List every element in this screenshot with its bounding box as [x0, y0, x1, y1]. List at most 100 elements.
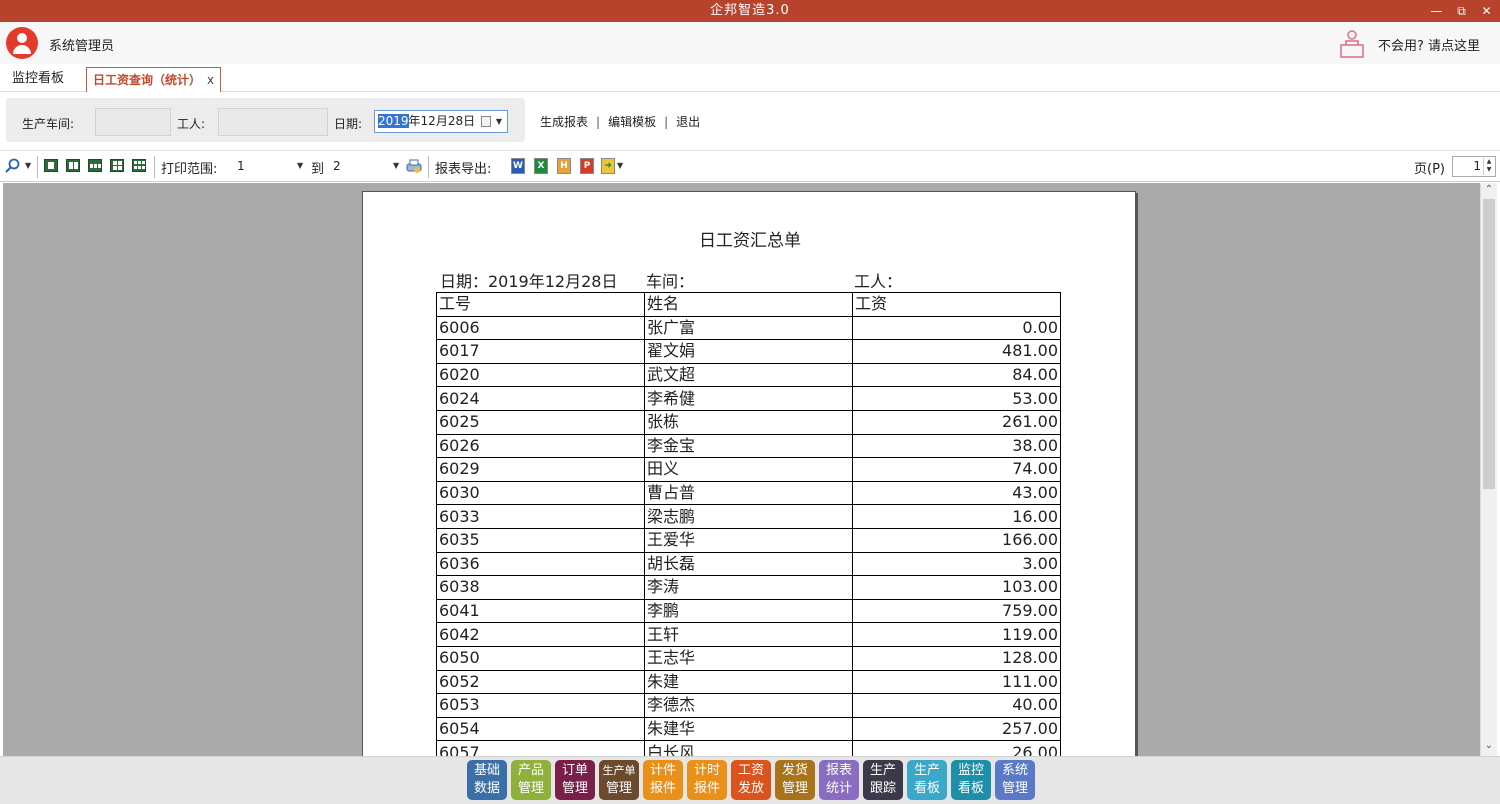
workshop-input[interactable] — [95, 108, 171, 136]
edit-template-button[interactable]: 编辑模板 — [608, 115, 656, 129]
cell-wage: 759.00 — [852, 598, 1061, 624]
zoom-icon[interactable] — [5, 158, 21, 174]
chevron-down-icon[interactable]: ▼ — [496, 111, 502, 132]
export-pdf-icon[interactable]: P — [580, 158, 594, 174]
two-page-icon[interactable] — [66, 159, 80, 172]
scroll-thumb[interactable] — [1483, 199, 1495, 489]
cell-wage: 40.00 — [852, 693, 1061, 718]
help-link[interactable]: 不会用? 请点这里 — [1378, 35, 1480, 54]
page-label: 页(P) — [1414, 162, 1445, 177]
tab-bar: 监控看板 日工资查询（统计） x — [0, 64, 1500, 92]
table-row: 6057 白长风 26.00 — [436, 740, 1061, 756]
tab-monitor-board[interactable]: 监控看板 — [6, 67, 70, 92]
table-row: 6025 张栋 261.00 — [436, 409, 1061, 435]
date-picker[interactable]: 2019年12月28日 ▼ — [374, 110, 508, 133]
cell-id: 6050 — [436, 645, 645, 671]
cell-name: 田义 — [644, 457, 853, 482]
print-icon[interactable] — [405, 158, 423, 174]
vertical-scrollbar[interactable]: ⌃ ⌄ — [1480, 183, 1497, 756]
dock-button[interactable]: 基础 数据 — [467, 760, 507, 800]
scroll-down-icon[interactable]: ⌄ — [1481, 740, 1497, 754]
range-to-dropdown-icon[interactable]: ▼ — [393, 161, 399, 170]
dock-button[interactable]: 产品 管理 — [511, 760, 551, 800]
export-dropdown-icon[interactable]: ▼ — [617, 161, 623, 170]
export-excel-icon[interactable]: X — [534, 158, 548, 174]
export-label: 报表导出: — [435, 162, 492, 177]
cell-name: 朱建 — [644, 669, 853, 695]
date-year-selected: 2019 — [378, 114, 409, 128]
dock-label-bottom: 管理 — [1001, 781, 1028, 796]
user-avatar-icon[interactable] — [6, 27, 38, 59]
dock-button[interactable]: 生产 看板 — [907, 760, 947, 800]
grid-page-icon[interactable] — [132, 159, 146, 172]
cell-wage: 261.00 — [852, 409, 1061, 435]
module-dock: 基础 数据 产品 管理 订单 管理 生产单 管理 计件 报件 计时 报件 工资 发放 发货 管理 报表 统计 生产跟… — [0, 756, 1500, 804]
cell-id: 6024 — [436, 386, 645, 411]
dock-label-bottom: 数据 — [473, 781, 500, 796]
cell-name: 张广富 — [644, 315, 853, 341]
single-page-icon[interactable] — [44, 159, 58, 172]
minimize-button[interactable]: — — [1425, 0, 1449, 22]
workshop-label: 生产车间: — [22, 117, 75, 131]
calendar-icon[interactable] — [481, 116, 491, 127]
tab-daily-wage-query[interactable]: 日工资查询（统计） x — [86, 67, 222, 92]
dock-button[interactable]: 生产单 管理 — [599, 760, 639, 800]
dock-label-top: 报表 — [825, 763, 852, 778]
worker-input[interactable] — [218, 108, 328, 136]
cell-id: 6033 — [436, 504, 645, 529]
cell-id: 6030 — [436, 480, 645, 506]
export-html-icon[interactable]: H — [557, 158, 571, 174]
dock-button[interactable]: 生产 跟踪 — [863, 760, 903, 800]
multi-page-icon[interactable] — [88, 159, 102, 172]
cell-name: 王志华 — [644, 645, 853, 671]
report-page: 日工资汇总单 日期：2019年12月28日 车间： 工人： 工号 姓名 工资 6… — [362, 191, 1136, 756]
page-spinner-icon[interactable]: ▲ ▼ — [1483, 158, 1494, 175]
dock-button[interactable]: 报表 统计 — [819, 760, 859, 800]
dock-button[interactable]: 订单 管理 — [555, 760, 595, 800]
cell-name: 张栋 — [644, 409, 853, 435]
dock-button[interactable]: 监控 看板 — [951, 760, 991, 800]
report-viewer[interactable]: 日工资汇总单 日期：2019年12月28日 车间： 工人： 工号 姓名 工资 6… — [3, 183, 1480, 756]
export-word-icon[interactable]: W — [511, 158, 525, 174]
dock-label-bottom: 发放 — [737, 781, 764, 796]
cell-wage: 257.00 — [852, 716, 1061, 742]
dock-button[interactable]: 计件 报件 — [643, 760, 683, 800]
four-page-icon[interactable] — [110, 159, 124, 172]
cell-wage: 166.00 — [852, 527, 1061, 553]
generate-report-button[interactable]: 生成报表 — [540, 115, 588, 129]
table-row: 6017 翟文娟 481.00 — [436, 339, 1061, 364]
dock-button[interactable]: 系统 管理 — [995, 760, 1035, 800]
dock-label-bottom: 管理 — [781, 781, 808, 796]
help-person-icon[interactable] — [1338, 28, 1366, 60]
cell-id: 6025 — [436, 409, 645, 435]
dock-button[interactable]: 计时 报件 — [687, 760, 727, 800]
cell-id: 6057 — [436, 740, 645, 756]
close-window-button[interactable]: ✕ — [1475, 0, 1499, 22]
dock-button[interactable]: 工资 发放 — [731, 760, 771, 800]
exit-button[interactable]: 退出 — [676, 115, 700, 129]
user-name: 系统管理员 — [49, 39, 115, 54]
divider — [37, 156, 38, 178]
range-from-dropdown-icon[interactable]: ▼ — [297, 161, 303, 170]
table-header-row: 工号 姓名 工资 — [436, 292, 1061, 317]
dock-label-bottom: 跟踪 — [869, 781, 896, 796]
tab-label: 监控看板 — [12, 71, 65, 86]
print-range-label: 打印范围: — [161, 162, 218, 177]
wage-table: 工号 姓名 工资 6006 张广富 0.00 6017 翟文娟 481.00 6020 武文超… — [436, 292, 1061, 756]
user-bar: 系统管理员 不会用? 请点这里 — [0, 22, 1500, 64]
dock-button[interactable]: 发货 管理 — [775, 760, 815, 800]
scroll-up-icon[interactable]: ⌃ — [1481, 184, 1497, 198]
cell-id: 6020 — [436, 362, 645, 388]
dock-label-top: 监控 — [957, 763, 984, 778]
range-from-input[interactable]: 1 — [237, 159, 245, 173]
page-number-input[interactable]: 1 ▲ ▼ — [1452, 156, 1496, 177]
cell-wage: 0.00 — [852, 315, 1061, 341]
zoom-dropdown-icon[interactable]: ▼ — [25, 161, 31, 170]
restore-button[interactable]: ⧉ — [1450, 0, 1474, 22]
tab-label: 日工资查询（统计） — [93, 73, 202, 87]
cell-wage: 16.00 — [852, 504, 1061, 529]
table-row: 6029 田义 74.00 — [436, 457, 1061, 482]
export-other-icon[interactable]: ➜ — [601, 158, 615, 174]
range-to-input[interactable]: 2 — [333, 159, 341, 173]
tab-close-icon[interactable]: x — [207, 73, 214, 87]
